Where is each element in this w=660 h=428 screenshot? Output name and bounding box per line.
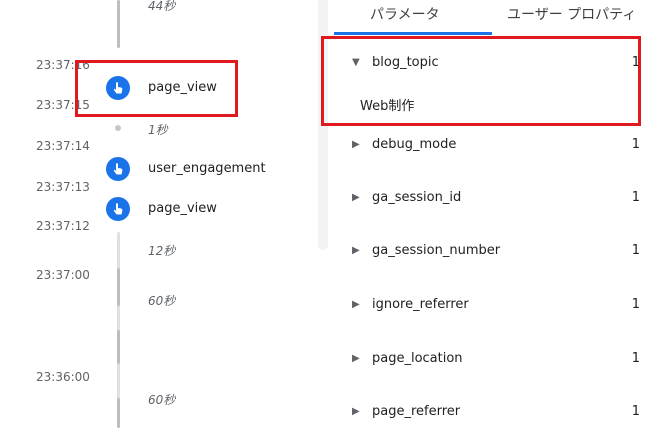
timeline-segment [117, 330, 120, 364]
param-row-page-referrer[interactable]: ▶ page_referrer 1 [328, 401, 660, 425]
time-label: 23:37:12 [36, 219, 90, 233]
param-count: 1 [631, 190, 640, 205]
time-label: 23:37:14 [36, 139, 90, 153]
touch-hand-icon[interactable] [106, 157, 130, 181]
parameter-panel: パラメータ ユーザー プロパティ ▼ blog_topic 1 Web制作 ▶ … [321, 0, 660, 428]
time-label: 23:37:13 [36, 180, 90, 194]
event-user-engagement[interactable]: user_engagement [148, 161, 266, 176]
caret-right-icon[interactable]: ▶ [352, 192, 360, 203]
caret-right-icon[interactable]: ▶ [352, 245, 360, 256]
param-row-debug-mode[interactable]: ▶ debug_mode 1 [328, 134, 660, 158]
param-count: 1 [631, 404, 640, 419]
timeline-segment [117, 268, 120, 306]
tab-parameters[interactable]: パラメータ [370, 4, 440, 24]
gap-duration: 60秒 [148, 393, 176, 407]
time-label: 23:36:00 [36, 370, 90, 384]
param-count: 1 [631, 137, 640, 152]
param-count: 1 [631, 351, 640, 366]
param-name: ga_session_id [372, 190, 462, 205]
gap-duration: 44秒 [148, 0, 176, 13]
timeline-segment [117, 398, 120, 428]
param-row-page-location[interactable]: ▶ page_location 1 [328, 348, 660, 372]
param-count: 1 [631, 243, 640, 258]
timeline-dot [115, 125, 121, 131]
time-label: 23:37:00 [36, 268, 90, 282]
param-row-ignore-referrer[interactable]: ▶ ignore_referrer 1 [328, 294, 660, 318]
param-name: debug_mode [372, 137, 457, 152]
param-name: page_referrer [372, 404, 461, 419]
event-timeline: 44秒 23:37:16 23:37:15 23:37:14 23:37:13 … [0, 0, 318, 428]
touch-hand-icon[interactable] [106, 197, 130, 221]
gap-duration: 1秒 [148, 123, 168, 137]
param-name: ga_session_number [372, 243, 501, 258]
highlight-box [75, 60, 238, 117]
tab-user-properties[interactable]: ユーザー プロパティ [507, 4, 636, 24]
tab-bar: パラメータ ユーザー プロパティ [328, 0, 660, 36]
param-name: page_location [372, 351, 463, 366]
caret-right-icon[interactable]: ▶ [352, 353, 360, 364]
gap-duration: 60秒 [148, 294, 176, 308]
highlight-box [321, 36, 641, 126]
event-page-view[interactable]: page_view [148, 201, 217, 216]
param-count: 1 [631, 297, 640, 312]
gap-duration: 12秒 [148, 244, 176, 258]
param-row-ga-session-id[interactable]: ▶ ga_session_id 1 [328, 187, 660, 211]
param-name: ignore_referrer [372, 297, 469, 312]
caret-right-icon[interactable]: ▶ [352, 139, 360, 150]
timeline-segment [117, 0, 120, 48]
caret-right-icon[interactable]: ▶ [352, 406, 360, 417]
param-row-ga-session-number[interactable]: ▶ ga_session_number 1 [328, 240, 660, 264]
caret-right-icon[interactable]: ▶ [352, 299, 360, 310]
active-tab-indicator [334, 32, 492, 35]
